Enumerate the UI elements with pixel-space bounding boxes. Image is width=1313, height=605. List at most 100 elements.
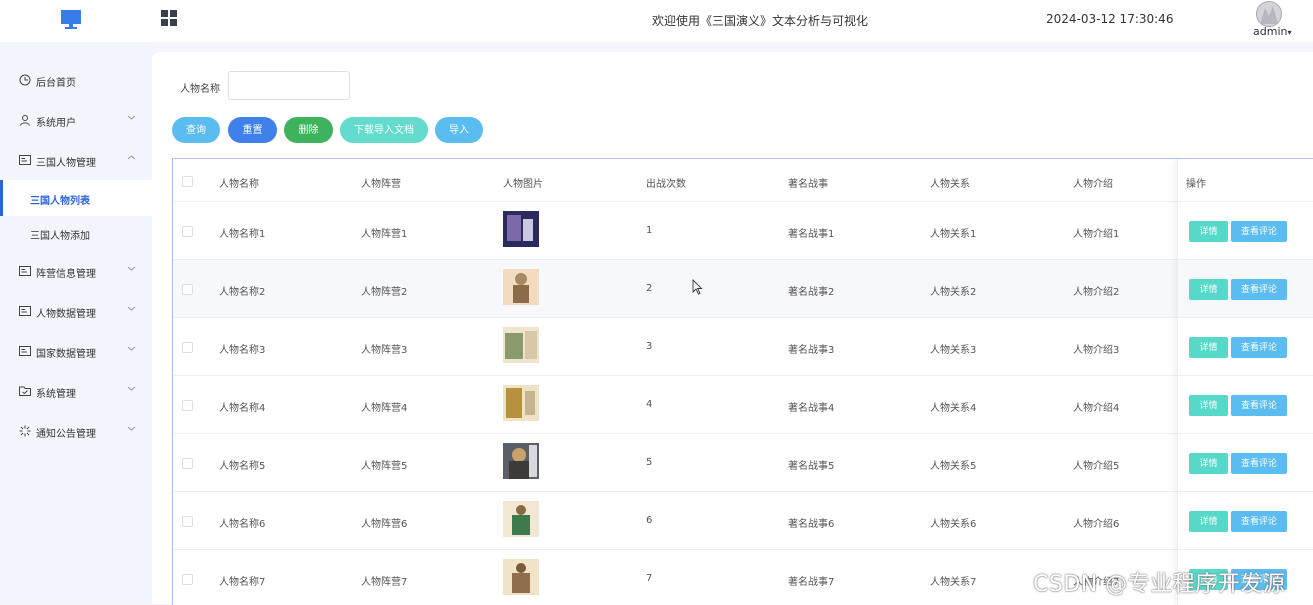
column-header-image[interactable]: 人物图片 xyxy=(503,175,543,190)
row-checkbox[interactable] xyxy=(182,458,193,469)
cell-camp: 人物阵营5 xyxy=(361,461,408,472)
row-checkbox[interactable] xyxy=(182,284,193,295)
column-header-camp[interactable]: 人物阵营 xyxy=(361,175,401,190)
table-row[interactable]: 人物名称5 人物阵营5 5 著名战事5 人物关系5 人物介绍5 xyxy=(173,433,1313,492)
cell-famous-war: 著名战事4 xyxy=(788,403,835,414)
table-row[interactable]: 人物名称2 人物阵营2 2 著名战事2 人物关系2 人物介绍2 xyxy=(173,259,1313,318)
cell-famous-war: 著名战事5 xyxy=(788,461,835,472)
query-button[interactable]: 查询 xyxy=(172,117,220,143)
chevron-down-icon xyxy=(127,266,136,271)
app-title: 欢迎使用《三国演义》文本分析与可视化 xyxy=(652,14,869,28)
monitor-icon[interactable] xyxy=(60,9,82,31)
cell-intro: 人物介绍6 xyxy=(1073,519,1120,530)
cell-camp: 人物阵营7 xyxy=(361,577,408,588)
reset-button[interactable]: 重置 xyxy=(228,117,277,143)
avatar-image-icon xyxy=(1257,2,1281,26)
detail-button[interactable]: 详情 xyxy=(1189,337,1228,358)
grid-icon[interactable] xyxy=(161,10,177,26)
sidebar-item-character-data[interactable]: 人物数据管理 xyxy=(0,293,152,329)
sidebar-item-character-management[interactable]: 三国人物管理 xyxy=(0,142,152,178)
column-header-battles[interactable]: 出战次数 xyxy=(646,175,686,190)
cell-name: 人物名称7 xyxy=(219,577,266,588)
user-menu[interactable]: admin▾ xyxy=(1253,25,1291,38)
character-name-input[interactable] xyxy=(228,71,350,100)
sidebar-item-system-users[interactable]: 系统用户 xyxy=(0,102,152,138)
sidebar-item-character-add[interactable]: 三国人物添加 xyxy=(0,215,152,251)
character-image[interactable] xyxy=(503,559,539,595)
download-template-button[interactable]: 下载导入文档 xyxy=(340,117,428,143)
cell-relation: 人物关系5 xyxy=(930,461,977,472)
view-reviews-button[interactable]: 查看评论 xyxy=(1231,279,1287,300)
detail-button[interactable]: 详情 xyxy=(1189,395,1228,416)
table-row[interactable]: 人物名称3 人物阵营3 3 著名战事3 人物关系3 人物介绍3 xyxy=(173,317,1313,376)
character-image[interactable] xyxy=(503,211,539,247)
sidebar-item-label: 后台首页 xyxy=(36,78,76,89)
cell-battles: 5 xyxy=(646,457,653,468)
table-row[interactable]: 人物名称6 人物阵营6 6 著名战事6 人物关系6 人物介绍6 xyxy=(173,491,1313,550)
delete-button[interactable]: 删除 xyxy=(284,117,333,143)
character-image[interactable] xyxy=(503,269,539,305)
view-reviews-button[interactable]: 查看评论 xyxy=(1231,395,1287,416)
sidebar-item-system-management[interactable]: 系统管理 xyxy=(0,373,152,409)
cell-relation: 人物关系4 xyxy=(930,403,977,414)
view-reviews-button[interactable]: 查看评论 xyxy=(1231,453,1287,474)
detail-button[interactable]: 详情 xyxy=(1189,221,1228,242)
view-reviews-button[interactable]: 查看评论 xyxy=(1231,221,1287,242)
character-table: 人物名称 人物阵营 人物图片 出战次数 著名战事 人物关系 人物介绍 人物名称1… xyxy=(172,158,1313,605)
sidebar-item-camp-management[interactable]: 阵营信息管理 xyxy=(0,253,152,289)
cell-battles: 1 xyxy=(646,225,653,236)
cell-relation: 人物关系2 xyxy=(930,287,977,298)
row-checkbox[interactable] xyxy=(182,400,193,411)
cell-camp: 人物阵营4 xyxy=(361,403,408,414)
column-header-name[interactable]: 人物名称 xyxy=(219,175,259,190)
column-header-famous-war[interactable]: 著名战事 xyxy=(788,175,828,190)
cell-battles: 3 xyxy=(646,341,653,352)
cell-name: 人物名称1 xyxy=(219,229,266,240)
cell-relation: 人物关系7 xyxy=(930,577,977,588)
cell-name: 人物名称6 xyxy=(219,519,266,530)
detail-button[interactable]: 详情 xyxy=(1189,511,1228,532)
chevron-up-icon xyxy=(127,155,136,160)
sidebar-item-home[interactable]: 后台首页 xyxy=(0,62,152,98)
view-reviews-button[interactable]: 查看评论 xyxy=(1231,337,1287,358)
operations-column: 操作 详情 查看评论 详情 查看评论 详情 查看评论 详情 查看评论 详情 查看… xyxy=(1177,159,1313,605)
row-checkbox[interactable] xyxy=(182,516,193,527)
avatar[interactable] xyxy=(1256,1,1282,27)
cell-battles: 6 xyxy=(646,515,653,526)
character-image[interactable] xyxy=(503,443,539,479)
cell-camp: 人物阵营1 xyxy=(361,229,408,240)
column-header-relation[interactable]: 人物关系 xyxy=(930,175,970,190)
sidebar-item-country-data[interactable]: 国家数据管理 xyxy=(0,333,152,369)
sidebar-item-character-list[interactable]: 三国人物列表 xyxy=(0,180,152,216)
import-button[interactable]: 导入 xyxy=(435,117,483,143)
table-row[interactable]: 人物名称1 人物阵营1 1 著名战事1 人物关系1 人物介绍1 xyxy=(173,201,1313,260)
chevron-down-icon xyxy=(127,346,136,351)
datetime-display: 2024-03-12 17:30:46 xyxy=(1046,12,1174,26)
table-row[interactable]: 人物名称4 人物阵营4 4 著名战事4 人物关系4 人物介绍4 xyxy=(173,375,1313,434)
sidebar-item-notice-management[interactable]: 通知公告管理 xyxy=(0,413,152,449)
cell-intro: 人物介绍5 xyxy=(1073,461,1120,472)
card-icon xyxy=(19,155,31,165)
character-image[interactable] xyxy=(503,385,539,421)
row-checkbox[interactable] xyxy=(182,342,193,353)
cell-name: 人物名称3 xyxy=(219,345,266,356)
character-image[interactable] xyxy=(503,501,539,537)
chevron-down-icon xyxy=(127,386,136,391)
sparkle-icon xyxy=(19,425,31,437)
sidebar-item-label: 阵营信息管理 xyxy=(36,269,96,280)
column-header-intro[interactable]: 人物介绍 xyxy=(1073,175,1113,190)
detail-button[interactable]: 详情 xyxy=(1189,453,1228,474)
row-checkbox[interactable] xyxy=(182,226,193,237)
row-checkbox[interactable] xyxy=(182,574,193,585)
cell-battles: 7 xyxy=(646,573,653,584)
view-reviews-button[interactable]: 查看评论 xyxy=(1231,511,1287,532)
card-icon xyxy=(19,266,31,276)
detail-button[interactable]: 详情 xyxy=(1189,279,1228,300)
cell-intro: 人物介绍3 xyxy=(1073,345,1120,356)
character-image[interactable] xyxy=(503,327,539,363)
sidebar-item-label: 系统用户 xyxy=(36,118,76,129)
chevron-down-icon xyxy=(127,426,136,431)
cell-intro: 人物介绍1 xyxy=(1073,229,1120,240)
select-all-checkbox[interactable] xyxy=(182,176,193,187)
cell-famous-war: 著名战事7 xyxy=(788,577,835,588)
